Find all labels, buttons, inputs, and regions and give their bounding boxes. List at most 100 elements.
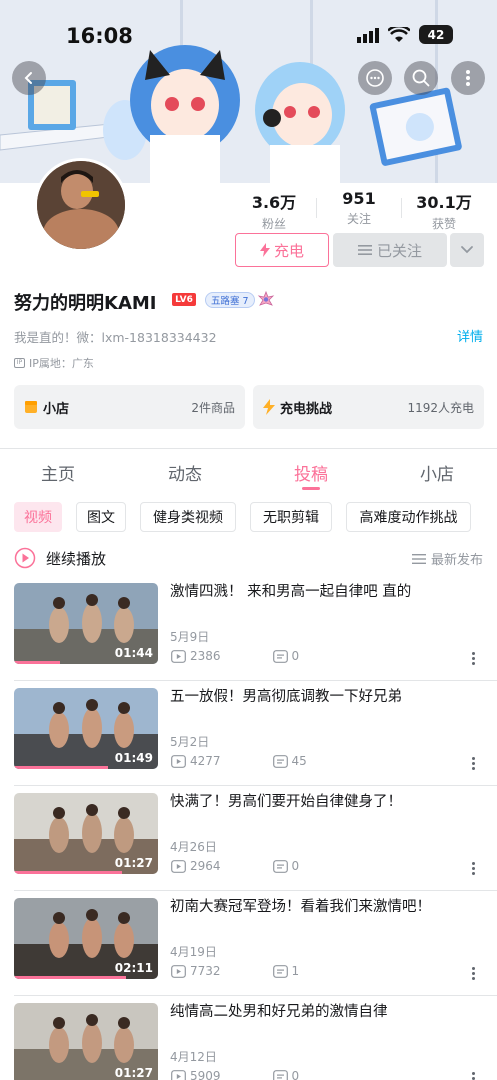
charge-challenge-card[interactable]: 充电挑战 1192人充电 [253, 385, 484, 429]
stat-likes[interactable]: 30.1万 获赞 [401, 189, 487, 232]
comments-count: 45 [291, 754, 307, 768]
sort-label: 最新发布 [430, 553, 483, 568]
video-stats: 5909 0 [171, 1069, 299, 1080]
expand-recommend-button[interactable] [450, 233, 484, 267]
battery-indicator: 42 [419, 25, 453, 44]
active-tab-indicator [302, 487, 320, 490]
chip-videos[interactable]: 视频 [14, 502, 62, 532]
play-count-icon [171, 754, 186, 768]
video-divider [14, 995, 497, 996]
search-icon [412, 69, 430, 87]
tab-dynamic[interactable]: 动态 [155, 460, 215, 485]
video-divider [14, 680, 497, 681]
video-thumbnail[interactable]: 01:27 [14, 793, 158, 874]
more-options-button[interactable] [451, 61, 485, 95]
video-title[interactable]: 快满了！男高们要开始自律健身了！ [170, 793, 485, 812]
followed-button[interactable]: 已关注 [333, 233, 447, 267]
video-more-button[interactable] [472, 755, 476, 772]
sort-selector[interactable]: 最新发布 [411, 549, 483, 568]
video-more-button[interactable] [472, 860, 476, 877]
comments-stat: 0 [272, 649, 299, 663]
play-count-icon [171, 649, 186, 663]
video-item[interactable]: 01:44 激情四溅！ 来和男高一起自律吧 直的 5月9日 2386 0 [0, 583, 497, 688]
video-thumbnail[interactable]: 01:27 [14, 1003, 158, 1080]
video-title[interactable]: 初南大赛冠军登场！看着我们来激情吧！ [170, 898, 485, 917]
lightning-icon [259, 243, 270, 257]
tab-home[interactable]: 主页 [28, 460, 88, 485]
video-item[interactable]: 01:49 五一放假！男高彻底调教一下好兄弟 5月2日 4277 45 [0, 688, 497, 793]
tab-shop[interactable]: 小店 [407, 460, 467, 485]
video-thumbnail[interactable]: 01:44 [14, 583, 158, 664]
stat-following[interactable]: 951 关注 [316, 189, 402, 227]
video-date: 4月19日 [170, 945, 217, 959]
comments-stat: 1 [272, 964, 299, 978]
fan-medal-badge[interactable]: 五路塞 7 [205, 292, 255, 308]
views-count: 2964 [190, 859, 221, 873]
chip-image-text[interactable]: 图文 [76, 502, 126, 532]
shop-card-title: 小店 [43, 401, 70, 417]
video-thumbnail[interactable]: 02:11 [14, 898, 158, 979]
following-count: 951 [342, 189, 376, 208]
status-icons: 42 [357, 25, 453, 44]
views-count: 4277 [190, 754, 221, 768]
shop-icon [25, 401, 37, 413]
views-stat: 2386 [171, 649, 221, 663]
video-thumbnail[interactable]: 01:49 [14, 688, 158, 769]
video-date: 5月2日 [170, 735, 210, 749]
back-button[interactable] [12, 61, 46, 95]
ip-location: IP IP属地：广东 [14, 355, 94, 371]
play-circle-icon [14, 547, 36, 569]
video-title[interactable]: 五一放假！男高彻底调教一下好兄弟 [170, 688, 485, 707]
video-title[interactable]: 激情四溅！ 来和男高一起自律吧 直的 [170, 583, 485, 602]
video-duration: 02:11 [114, 961, 153, 975]
detail-link[interactable]: 详情 [457, 326, 483, 345]
lotus-medal-icon[interactable] [257, 290, 275, 308]
status-time: 16:08 [66, 24, 133, 48]
chat-button[interactable] [358, 61, 392, 95]
chevron-down-icon [461, 246, 473, 254]
video-more-button[interactable] [472, 965, 476, 982]
ip-location-text: IP属地：广东 [29, 357, 94, 370]
more-vertical-icon [466, 70, 470, 86]
views-stat: 4277 [171, 754, 221, 768]
video-duration: 01:27 [114, 856, 153, 870]
video-item[interactable]: 01:27 快满了！男高们要开始自律健身了！ 4月26日 2964 0 [0, 793, 497, 898]
video-divider [14, 890, 497, 891]
comments-stat: 0 [272, 859, 299, 873]
video-date: 5月9日 [170, 630, 210, 644]
video-duration: 01:27 [114, 1066, 153, 1080]
comments-stat: 0 [272, 1069, 299, 1080]
comment-icon [272, 754, 288, 768]
chip-hard-moves[interactable]: 高难度动作挑战 [346, 502, 471, 532]
video-item[interactable]: 01:27 纯情高二处男和好兄弟的激情自律 4月12日 5909 0 [0, 1003, 497, 1080]
search-button[interactable] [404, 61, 438, 95]
signal-icon [357, 27, 379, 43]
avatar[interactable] [34, 158, 128, 252]
likes-label: 获赞 [431, 217, 456, 231]
section-divider [0, 448, 497, 449]
continue-play[interactable]: 继续播放 [14, 547, 106, 569]
sort-icon [411, 553, 426, 564]
avatar-image [37, 161, 125, 249]
followers-count: 3.6万 [251, 193, 297, 212]
profile-page: 16:08 42 3.6万 粉丝 951 关注 30.1万 获赞 充电 已关注 … [0, 0, 497, 1080]
video-title[interactable]: 纯情高二处男和好兄弟的激情自律 [170, 1003, 485, 1022]
likes-count: 30.1万 [416, 193, 472, 212]
menu-lines-icon [357, 245, 372, 255]
tab-uploads[interactable]: 投稿 [281, 460, 341, 485]
video-stats: 2386 0 [171, 649, 299, 663]
chip-edits[interactable]: 无职剪辑 [250, 502, 332, 532]
video-more-button[interactable] [472, 650, 476, 667]
play-count-icon [171, 1069, 186, 1080]
chip-fitness[interactable]: 健身类视频 [140, 502, 236, 532]
shop-card[interactable]: 小店 2件商品 [14, 385, 245, 429]
video-item[interactable]: 02:11 初南大赛冠军登场！看着我们来激情吧！ 4月19日 7732 1 [0, 898, 497, 1003]
stat-followers[interactable]: 3.6万 粉丝 [231, 189, 317, 232]
level-badge: LV6 [172, 293, 196, 306]
watch-progress-bar [14, 871, 122, 874]
video-more-button[interactable] [472, 1070, 476, 1080]
following-label: 关注 [346, 212, 371, 226]
charge-button[interactable]: 充电 [235, 233, 329, 267]
lightning-icon [263, 399, 275, 415]
shop-card-meta: 2件商品 [191, 400, 235, 415]
